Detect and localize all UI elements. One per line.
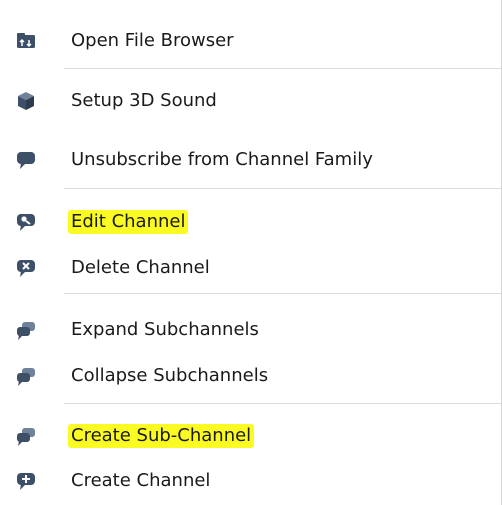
subchannel-bubble-icon	[15, 319, 37, 341]
subchannel-bubble-icon	[15, 365, 37, 387]
menu-item-label: Open File Browser	[71, 30, 234, 51]
menu-item-label: Delete Channel	[71, 257, 210, 278]
delete-bubble-icon	[15, 257, 37, 279]
subchannel-bubble-icon	[15, 425, 37, 447]
context-menu: Open File Browser Setup 3D Sound Unsubsc…	[0, 0, 502, 505]
menu-item-label: Collapse Subchannels	[71, 365, 269, 386]
menu-item-label: Unsubscribe from Channel Family	[71, 149, 373, 170]
menu-item-edit-channel[interactable]: Edit Channel	[0, 207, 501, 237]
edit-bubble-icon	[15, 211, 37, 233]
file-browser-icon	[15, 30, 37, 52]
menu-separator	[64, 293, 501, 294]
menu-item-collapse-subchannels[interactable]: Collapse Subchannels	[0, 361, 501, 391]
cube-icon	[15, 90, 37, 112]
menu-item-delete-channel[interactable]: Delete Channel	[0, 253, 501, 283]
menu-item-label: Create Channel	[71, 470, 211, 491]
menu-separator	[64, 68, 501, 69]
menu-item-create-channel[interactable]: Create Channel	[0, 466, 501, 496]
menu-separator	[64, 403, 501, 404]
menu-separator	[64, 188, 501, 189]
menu-item-label: Expand Subchannels	[71, 319, 259, 340]
menu-item-label: Create Sub-Channel	[68, 424, 255, 448]
menu-item-expand-subchannels[interactable]: Expand Subchannels	[0, 315, 501, 345]
menu-item-label: Edit Channel	[68, 210, 189, 234]
menu-item-unsubscribe-channel-family[interactable]: Unsubscribe from Channel Family	[0, 145, 501, 175]
menu-item-open-file-browser[interactable]: Open File Browser	[0, 26, 501, 56]
add-bubble-icon	[15, 470, 37, 492]
menu-item-create-sub-channel[interactable]: Create Sub-Channel	[0, 421, 501, 451]
speech-bubble-icon	[15, 149, 37, 171]
menu-item-setup-3d-sound[interactable]: Setup 3D Sound	[0, 86, 501, 116]
menu-item-label: Setup 3D Sound	[71, 90, 217, 111]
